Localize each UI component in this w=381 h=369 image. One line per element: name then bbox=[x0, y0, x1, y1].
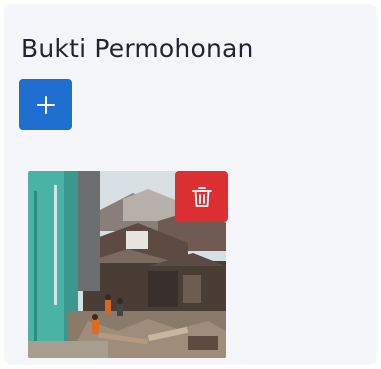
add-evidence-button[interactable] bbox=[19, 79, 72, 130]
section-title: Bukti Permohonan bbox=[21, 34, 254, 63]
plus-icon bbox=[36, 95, 55, 114]
delete-evidence-button[interactable] bbox=[175, 171, 228, 222]
trash-icon bbox=[191, 186, 212, 207]
evidence-panel: Bukti Permohonan bbox=[4, 4, 377, 365]
